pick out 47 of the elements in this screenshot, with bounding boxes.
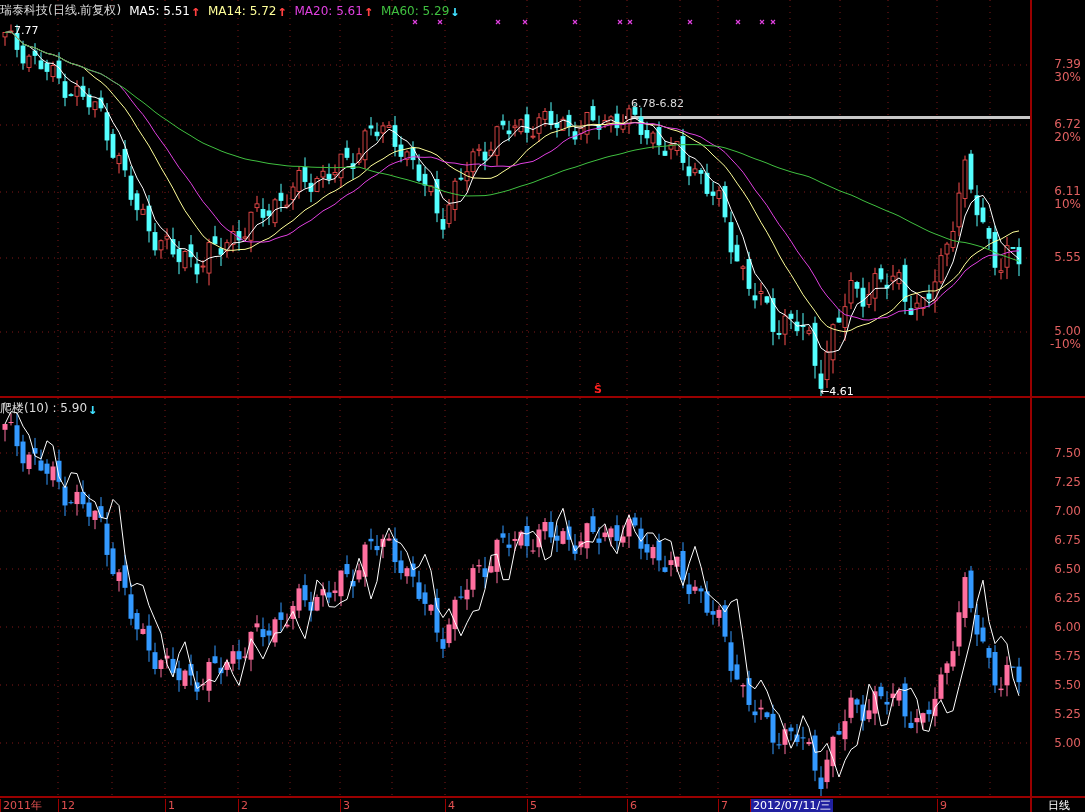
stock-title: 瑞泰科技(日线.前复权): [0, 2, 122, 19]
date-label: 1: [165, 799, 177, 812]
date-label: 9: [937, 799, 949, 812]
price-label: 6.00: [1054, 621, 1081, 633]
moving-average-reading: MA5: 5.51: [129, 3, 190, 18]
date-label: 2011年: [0, 799, 44, 812]
trend-arrow: ↑: [363, 3, 373, 18]
date-label: 4: [445, 799, 457, 812]
date-label: 12: [58, 799, 77, 812]
moving-average-reading: MA14: 5.72: [208, 3, 277, 18]
price-label: 5.50: [1054, 679, 1081, 691]
date-label: 3: [340, 799, 352, 812]
date-label: 6: [627, 799, 639, 812]
price-label: 6.25: [1054, 592, 1081, 604]
price-label: 5.00: [1054, 325, 1081, 337]
low-price-label: ←4.61: [820, 385, 854, 396]
signal-mark: Ŝ: [594, 383, 602, 396]
price-label: 7.50: [1054, 447, 1081, 459]
percent-label: -10%: [1050, 338, 1081, 350]
price-label: 5.25: [1054, 708, 1081, 720]
date-label: 5: [527, 799, 539, 812]
price-label: 5.75: [1054, 650, 1081, 662]
trend-arrow: ↓: [450, 3, 460, 18]
price-label: 7.00: [1054, 505, 1081, 517]
price-label: 7.39: [1054, 58, 1081, 70]
percent-label: 30%: [1054, 71, 1081, 83]
period-label: 日线: [1030, 797, 1085, 812]
trend-arrow: ↓: [88, 401, 98, 416]
date-label: 2: [238, 799, 250, 812]
date-label: 7: [718, 799, 730, 812]
high-price-label: 7.77: [14, 24, 39, 37]
price-label: 7.25: [1054, 476, 1081, 488]
price-label: 6.11: [1054, 185, 1081, 197]
price-range-label: 6.78-6.82: [631, 97, 684, 110]
moving-average-reading: MA60: 5.29: [380, 3, 450, 18]
percent-label: 20%: [1054, 131, 1081, 143]
percent-label: 10%: [1054, 198, 1081, 210]
indicator-reading: 爬楼(10) : 5.90: [0, 400, 88, 417]
price-label: 5.00: [1054, 737, 1081, 749]
price-label: 6.72: [1054, 118, 1081, 130]
price-label: 5.55: [1054, 251, 1081, 263]
moving-average-reading: MA20: 5.61: [294, 3, 363, 18]
trend-arrow: ↑: [190, 3, 200, 18]
price-label: 6.75: [1054, 534, 1081, 546]
trend-arrow: ↑: [277, 3, 287, 18]
price-label: 6.50: [1054, 563, 1081, 575]
cursor-date-label: 2012/07/11/三: [750, 799, 834, 812]
